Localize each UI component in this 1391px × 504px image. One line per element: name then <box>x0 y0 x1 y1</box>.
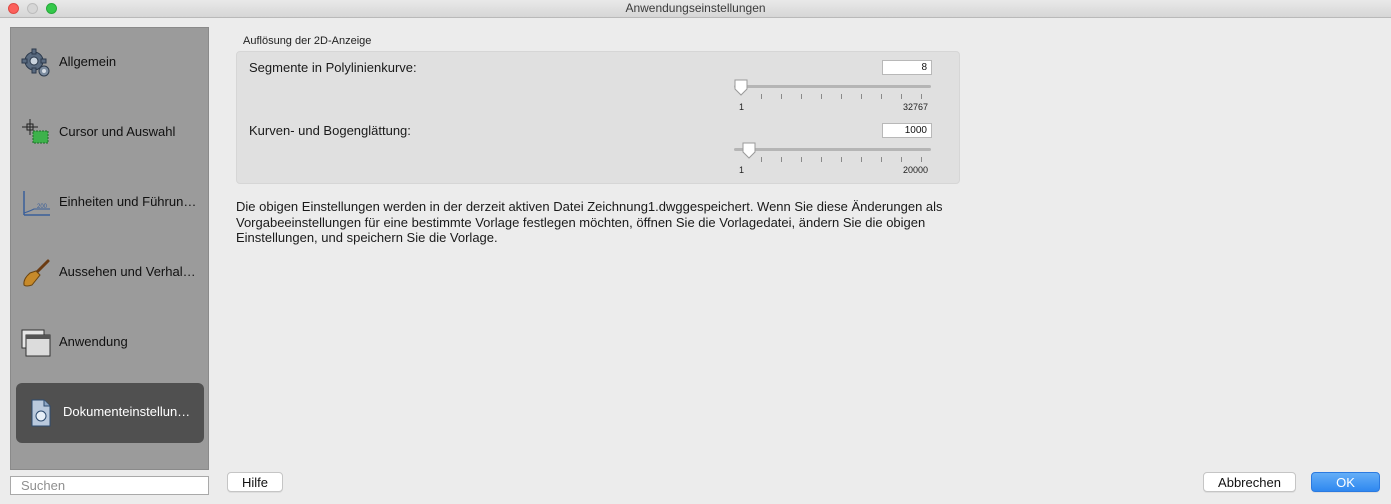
slider-tick <box>921 157 922 162</box>
curve-smoothing-label: Kurven- und Bogenglättung: <box>249 123 411 138</box>
polyline-segments-label: Segmente in Polylinienkurve: <box>249 60 417 75</box>
sidebar-item-label: Allgemein <box>59 54 117 69</box>
display-resolution-group: Segmente in Polylinienkurve: 1 32767 Kur… <box>236 51 960 184</box>
slider-tick <box>921 94 922 99</box>
sidebar-item-label: Dokumenteinstellun… <box>63 404 191 419</box>
slider-tick <box>881 94 882 99</box>
description-text: Die obigen Einstellungen werden in der d… <box>236 199 943 245</box>
polyline-segments-slider-thumb[interactable] <box>734 79 748 96</box>
sidebar-item-allgemein[interactable]: Allgemein <box>16 33 204 93</box>
application-windows-icon <box>21 329 51 357</box>
paintbrush-icon <box>23 259 50 287</box>
slider-tick <box>781 157 782 162</box>
sidebar-item-label: Einheiten und Führun… <box>59 194 197 209</box>
sidebar-item-label: Anwendung <box>59 334 128 349</box>
slider-tick <box>821 94 822 99</box>
curve-smoothing-slider-track[interactable] <box>734 148 931 151</box>
slider-tick <box>801 94 802 99</box>
slider-tick <box>881 157 882 162</box>
slider-tick <box>901 94 902 99</box>
sidebar: Allgemein Cursor und Auswahl 200 Einheit… <box>10 27 209 470</box>
sidebar-item-cursor[interactable]: Cursor und Auswahl <box>16 103 204 163</box>
curve-smoothing-slider-thumb[interactable] <box>742 142 756 159</box>
slider-tick <box>761 157 762 162</box>
ok-button[interactable]: OK <box>1311 472 1380 492</box>
cancel-button[interactable]: Abbrechen <box>1203 472 1296 492</box>
search-field[interactable] <box>10 476 209 495</box>
units-guides-icon: 200 <box>23 191 50 216</box>
slider-tick <box>901 157 902 162</box>
sidebar-item-aussehen[interactable]: Aussehen und Verhal… <box>16 243 204 303</box>
gear-icon <box>21 48 50 77</box>
sidebar-item-label: Cursor und Auswahl <box>59 124 176 139</box>
curve-smoothing-field[interactable] <box>882 123 932 138</box>
polyline-segments-slider-track[interactable] <box>734 85 931 88</box>
slider-min-label: 1 <box>739 102 745 112</box>
slider-tick <box>801 157 802 162</box>
document-settings-icon <box>31 399 51 427</box>
slider-tick <box>821 157 822 162</box>
search-input[interactable] <box>11 477 208 494</box>
svg-text:200: 200 <box>37 204 48 210</box>
slider-max-label: 32767 <box>903 102 929 112</box>
sidebar-item-einheiten[interactable]: 200 Einheiten und Führun… <box>16 173 204 233</box>
slider-max-label: 20000 <box>903 165 929 175</box>
window-title: Anwendungseinstellungen <box>625 1 766 15</box>
slider-tick <box>841 94 842 99</box>
slider-tick <box>781 94 782 99</box>
slider-tick <box>861 157 862 162</box>
slider-tick <box>761 94 762 99</box>
title-bar: Anwendungseinstellungen <box>0 0 1391 18</box>
help-button[interactable]: Hilfe <box>227 472 283 492</box>
crosshair-selection-icon <box>22 119 49 144</box>
slider-tick <box>861 94 862 99</box>
sidebar-item-dokumenteinstellungen[interactable]: Dokumenteinstellun… <box>16 383 204 443</box>
section-title: Auflösung der 2D-Anzeige <box>243 35 372 47</box>
sidebar-item-anwendung[interactable]: Anwendung <box>16 313 204 373</box>
slider-tick <box>841 157 842 162</box>
slider-min-label: 1 <box>739 165 745 175</box>
sidebar-item-label: Aussehen und Verhal… <box>59 264 196 279</box>
polyline-segments-field[interactable] <box>882 60 932 75</box>
